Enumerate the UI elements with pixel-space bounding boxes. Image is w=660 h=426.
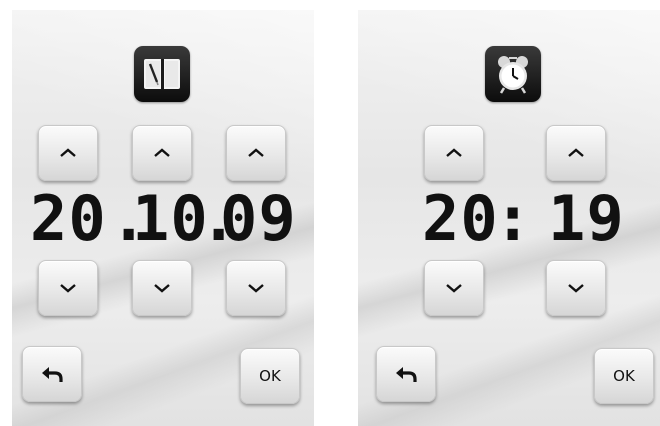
back-button[interactable] xyxy=(376,346,436,402)
back-arrow-icon xyxy=(396,367,417,382)
month-up-button[interactable] xyxy=(132,125,192,181)
time-settings-panel: 20 : 19 OK xyxy=(358,10,660,426)
month-value: 10 xyxy=(132,182,209,255)
minutes-value: 19 xyxy=(548,182,625,255)
month-down-button[interactable] xyxy=(132,260,192,316)
year-value: 09 xyxy=(220,182,297,255)
chevron-up-icon xyxy=(446,148,462,157)
notebook-icon xyxy=(134,46,190,102)
ok-button[interactable]: OK xyxy=(240,348,300,404)
ok-button[interactable]: OK xyxy=(594,348,654,404)
day-value: 20 xyxy=(30,182,107,255)
year-up-button[interactable] xyxy=(226,125,286,181)
alarm-clock-icon xyxy=(485,46,541,102)
chevron-down-icon xyxy=(60,284,76,293)
hours-up-button[interactable] xyxy=(424,125,484,181)
chevron-up-icon xyxy=(60,148,76,157)
chevron-down-icon xyxy=(248,284,264,293)
day-up-button[interactable] xyxy=(38,125,98,181)
chevron-down-icon xyxy=(154,284,170,293)
minutes-up-button[interactable] xyxy=(546,125,606,181)
day-down-button[interactable] xyxy=(38,260,98,316)
chevron-down-icon xyxy=(568,284,584,293)
date-settings-panel: 20 . 10 . 09 OK xyxy=(12,10,314,426)
chevron-up-icon xyxy=(154,148,170,157)
chevron-up-icon xyxy=(568,148,584,157)
hours-value: 20 xyxy=(422,182,499,255)
back-button[interactable] xyxy=(22,346,82,402)
time-separator: : xyxy=(494,182,533,255)
year-down-button[interactable] xyxy=(226,260,286,316)
hours-down-button[interactable] xyxy=(424,260,484,316)
chevron-up-icon xyxy=(248,148,264,157)
chevron-down-icon xyxy=(446,284,462,293)
back-arrow-icon xyxy=(42,367,63,382)
minutes-down-button[interactable] xyxy=(546,260,606,316)
